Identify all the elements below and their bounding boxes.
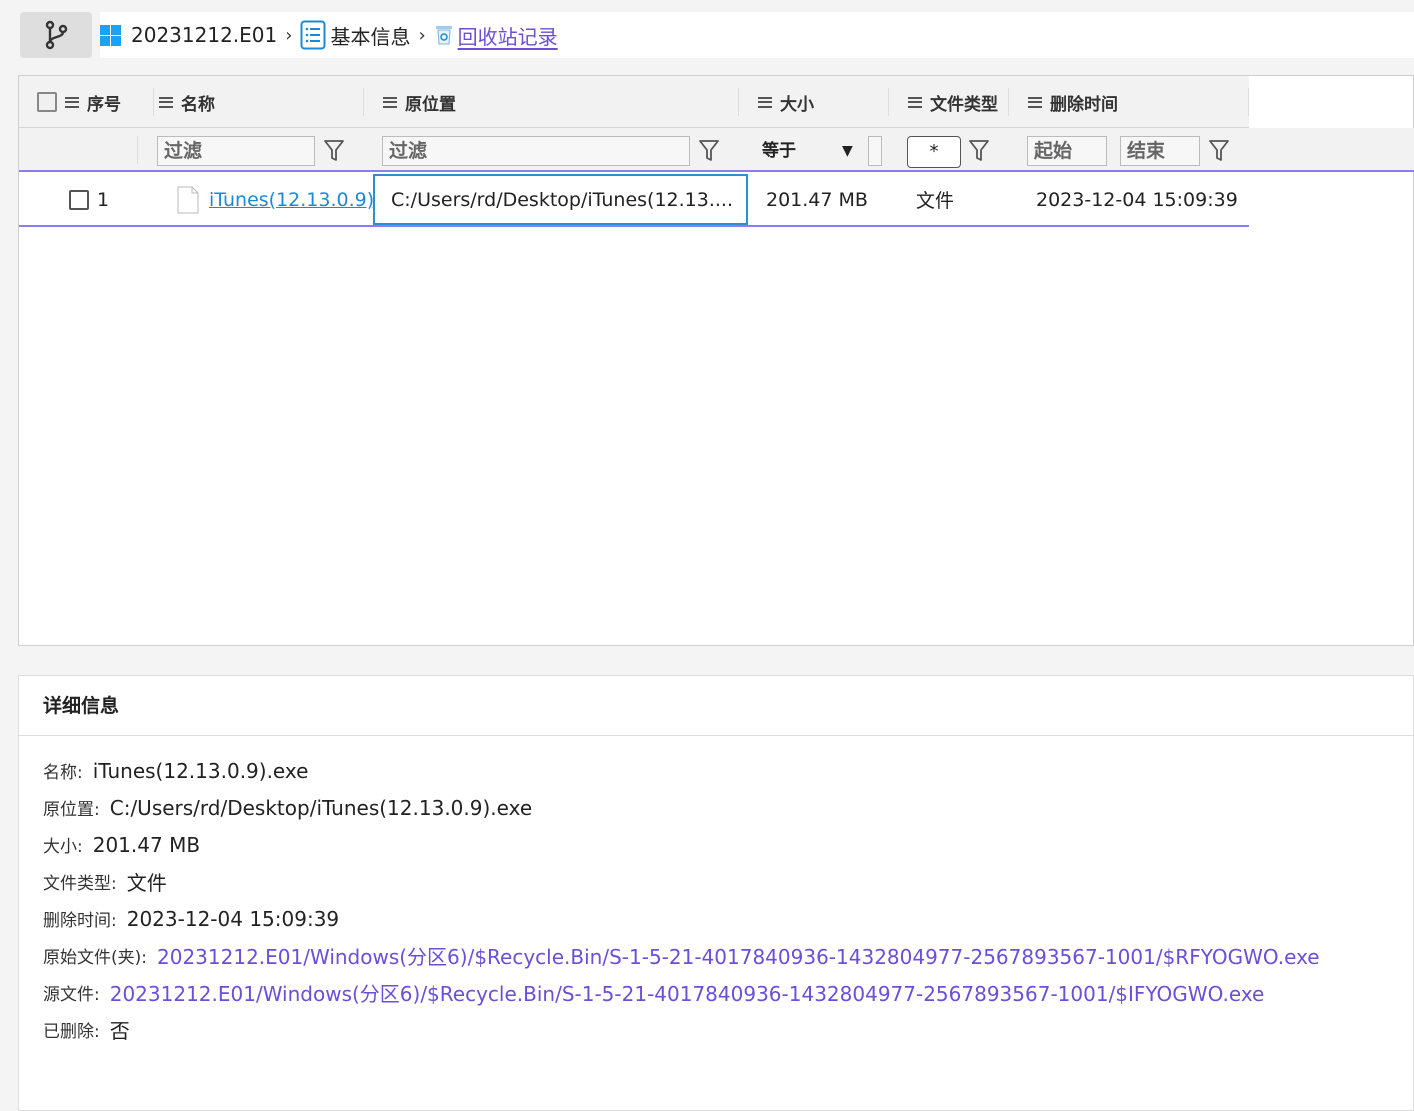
breadcrumb-section[interactable]: 基本信息 xyxy=(300,20,410,50)
recycle-bin-icon xyxy=(435,26,452,45)
filter-icon[interactable] xyxy=(1207,138,1231,164)
detail-title: 详细信息 xyxy=(19,676,1413,736)
column-menu-icon[interactable] xyxy=(758,96,772,108)
detail-row-deleted-time: 删除时间: 2023-12-04 15:09:39 xyxy=(43,900,1413,937)
column-menu-icon[interactable] xyxy=(65,96,79,108)
location-filter-input[interactable]: 过滤 xyxy=(382,136,690,166)
filter-icon[interactable] xyxy=(322,138,346,164)
select-all-checkbox[interactable] xyxy=(37,92,57,112)
size-operator-select[interactable]: 等于 xyxy=(762,136,796,166)
breadcrumb-device-label: 20231212.E01 xyxy=(131,23,278,47)
time-start-input[interactable]: 起始 xyxy=(1027,136,1107,166)
time-end-input[interactable]: 结束 xyxy=(1120,136,1200,166)
detail-row-type: 文件类型: 文件 xyxy=(43,863,1413,900)
branch-icon xyxy=(45,20,68,50)
detail-label: 源文件: xyxy=(43,985,100,1005)
cell-size: 201.47 MB xyxy=(766,174,868,225)
detail-row-source-file: 源文件: 20231212.E01/Windows(分区6)/$Recycle.… xyxy=(43,974,1413,1011)
cell-deleted: 2023-12-04 15:09:39 xyxy=(1036,174,1238,225)
row-size: 201.47 MB xyxy=(766,188,868,211)
detail-panel: 详细信息 名称: iTunes(12.13.0.9).exe 原位置: C:/U… xyxy=(18,675,1414,1111)
row-index: 1 xyxy=(97,188,110,211)
filter-icon[interactable] xyxy=(967,138,991,164)
source-file-link[interactable]: 20231212.E01/Windows(分区6)/$Recycle.Bin/S… xyxy=(110,978,1265,1007)
file-icon xyxy=(177,186,199,213)
header-name[interactable]: 名称 xyxy=(159,76,215,128)
windows-logo-icon xyxy=(100,24,121,46)
file-name-link[interactable]: iTunes(12.13.0.9).exe xyxy=(209,189,373,211)
breadcrumb-current-label[interactable]: 回收站记录 xyxy=(458,21,558,50)
detail-label: 删除时间: xyxy=(43,911,117,931)
list-icon xyxy=(300,20,326,50)
column-menu-icon[interactable] xyxy=(1028,96,1042,108)
recycle-bin-grid: 序号 名称 原位置 大小 文件类型 删除时间 过滤 过滤 等于 ▼ * 起始 结… xyxy=(18,75,1414,646)
detail-row-location: 原位置: C:/Users/rd/Desktop/iTunes(12.13.0.… xyxy=(43,789,1413,826)
chevron-right-icon: › xyxy=(418,24,426,46)
header-size[interactable]: 大小 xyxy=(758,76,814,128)
header-deleted[interactable]: 删除时间 xyxy=(1028,76,1118,128)
header-type-label: 文件类型 xyxy=(930,94,998,115)
breadcrumb: 20231212.E01 › 基本信息 › 回收站记录 xyxy=(100,12,1414,58)
detail-row-size: 大小: 201.47 MB xyxy=(43,826,1413,863)
detail-label: 文件类型: xyxy=(43,874,117,894)
chevron-right-icon: › xyxy=(285,24,293,46)
header-name-label: 名称 xyxy=(181,94,215,115)
size-operator-label: 等于 xyxy=(762,141,796,161)
cell-name: iTunes(12.13.0.9).exe xyxy=(177,174,373,225)
column-menu-icon[interactable] xyxy=(908,96,922,108)
detail-label: 原始文件(夹): xyxy=(43,948,147,968)
detail-value: C:/Users/rd/Desktop/iTunes(12.13.0.9).ex… xyxy=(109,795,533,820)
branch-button[interactable] xyxy=(20,12,92,58)
detail-value: 201.47 MB xyxy=(92,832,201,857)
original-file-link[interactable]: 20231212.E01/Windows(分区6)/$Recycle.Bin/S… xyxy=(157,941,1320,970)
header-deleted-label: 删除时间 xyxy=(1050,94,1118,115)
header-index[interactable]: 序号 xyxy=(37,76,121,128)
header-size-label: 大小 xyxy=(780,94,814,115)
filter-row: 过滤 过滤 等于 ▼ * 起始 结束 xyxy=(19,128,1414,172)
top-bar: 20231212.E01 › 基本信息 › 回收站记录 xyxy=(0,0,1414,64)
header-location[interactable]: 原位置 xyxy=(383,76,456,128)
breadcrumb-section-label: 基本信息 xyxy=(330,24,411,49)
cell-location[interactable]: C:/Users/rd/Desktop/iTunes(12.13.... xyxy=(373,174,748,225)
header-location-label: 原位置 xyxy=(405,94,456,115)
row-deleted: 2023-12-04 15:09:39 xyxy=(1036,188,1238,211)
header-index-label: 序号 xyxy=(87,94,121,115)
size-value-input[interactable] xyxy=(868,136,882,166)
detail-row-original-file: 原始文件(夹): 20231212.E01/Windows(分区6)/$Recy… xyxy=(43,937,1413,974)
detail-label: 大小: xyxy=(43,837,83,857)
cell-index: 1 xyxy=(69,174,109,225)
type-filter-input[interactable]: * xyxy=(907,136,961,168)
cell-type: 文件 xyxy=(916,174,954,225)
detail-label: 名称: xyxy=(43,763,83,783)
detail-label: 已删除: xyxy=(43,1022,100,1042)
table-row[interactable]: 1 iTunes(12.13.0.9).exe C:/Users/rd/Desk… xyxy=(19,174,1249,227)
detail-value: 2023-12-04 15:09:39 xyxy=(126,906,340,931)
detail-row-is-deleted: 已删除: 否 xyxy=(43,1011,1413,1048)
detail-value: iTunes(12.13.0.9).exe xyxy=(92,758,309,783)
row-checkbox[interactable] xyxy=(69,189,89,210)
breadcrumb-current[interactable]: 回收站记录 xyxy=(434,21,558,50)
grid-header: 序号 名称 原位置 大小 文件类型 删除时间 xyxy=(19,76,1249,128)
detail-body: 名称: iTunes(12.13.0.9).exe 原位置: C:/Users/… xyxy=(19,736,1413,1048)
detail-value: 文件 xyxy=(126,871,167,895)
column-menu-icon[interactable] xyxy=(383,96,397,108)
detail-value: 否 xyxy=(109,1019,130,1043)
detail-label: 原位置: xyxy=(43,800,100,820)
detail-row-name: 名称: iTunes(12.13.0.9).exe xyxy=(43,752,1413,789)
breadcrumb-device[interactable]: 20231212.E01 xyxy=(100,23,277,47)
filter-icon[interactable] xyxy=(697,138,721,164)
header-type[interactable]: 文件类型 xyxy=(908,76,998,128)
column-menu-icon[interactable] xyxy=(159,96,173,108)
row-location: C:/Users/rd/Desktop/iTunes(12.13.... xyxy=(391,188,734,211)
row-type: 文件 xyxy=(916,190,955,212)
name-filter-input[interactable]: 过滤 xyxy=(157,136,315,166)
dropdown-arrow-icon[interactable]: ▼ xyxy=(842,136,853,166)
